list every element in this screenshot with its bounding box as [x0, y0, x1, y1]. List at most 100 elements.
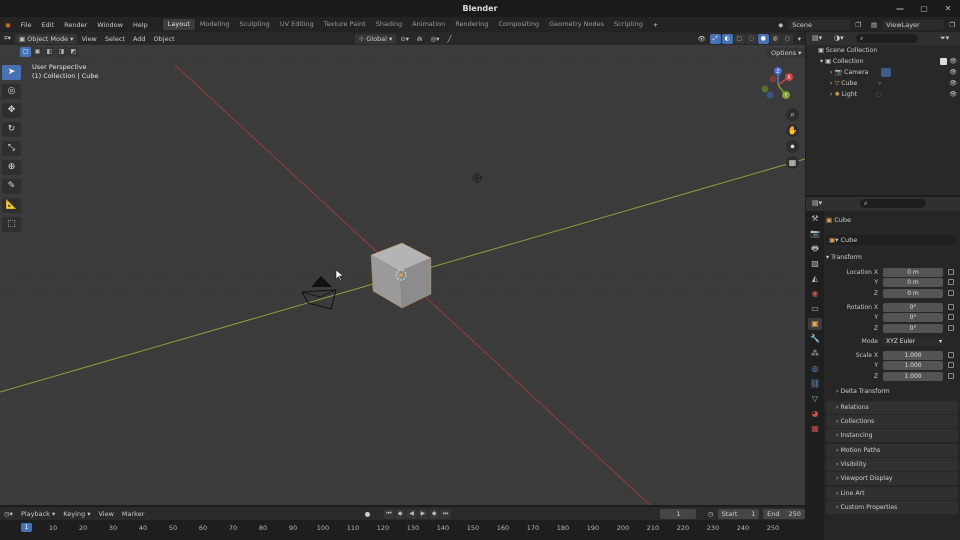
- prev-keyframe-icon[interactable]: ◆: [395, 508, 406, 519]
- physics-tab-icon[interactable]: ◎: [808, 363, 822, 375]
- rotation-y-field[interactable]: 0°: [883, 313, 943, 322]
- lock-scale-x-icon[interactable]: [948, 352, 954, 358]
- scene-icon[interactable]: ◆: [773, 21, 788, 29]
- transform-panel-header[interactable]: ▾ Transform: [826, 252, 958, 264]
- select-difference-icon[interactable]: ◨: [56, 47, 67, 57]
- pan-hand-icon[interactable]: ✋: [786, 124, 799, 137]
- timeline-menu-keying[interactable]: Keying ▾: [59, 510, 94, 518]
- panel-motion-paths[interactable]: › Motion Paths: [826, 444, 958, 457]
- rotation-x-field[interactable]: 0°: [883, 303, 943, 312]
- rotate-tool-icon[interactable]: ↻: [2, 122, 21, 137]
- panel-collections[interactable]: › Collections: [826, 415, 958, 428]
- viewlayer-selector[interactable]: ViewLayer: [882, 19, 945, 30]
- shading-options-icon[interactable]: ▾: [794, 35, 805, 43]
- jump-start-icon[interactable]: ⏮: [383, 508, 395, 519]
- proportional-edit-icon[interactable]: ◎▾: [427, 35, 444, 43]
- camera-data-icon[interactable]: [881, 68, 891, 77]
- scene-new-icon[interactable]: ❐: [850, 21, 866, 29]
- rotation-z-field[interactable]: 0°: [883, 324, 943, 333]
- lock-location-z-icon[interactable]: [948, 290, 954, 296]
- preview-range-icon[interactable]: ◷: [704, 510, 718, 518]
- start-frame-field[interactable]: Start 1: [717, 508, 760, 519]
- mode-selector[interactable]: ▣ Object Mode ▾: [14, 33, 78, 44]
- timeline-menu-marker[interactable]: Marker: [118, 510, 148, 518]
- collection-tab-icon[interactable]: ▭: [808, 303, 822, 315]
- cube-mesh-icon[interactable]: ▿: [878, 78, 881, 89]
- cursor-tool-icon[interactable]: ◎: [2, 84, 21, 99]
- transform-orientation-selector[interactable]: ⊹ Global ▾: [354, 33, 397, 44]
- ortho-grid-icon[interactable]: ▦: [786, 156, 799, 169]
- gizmo-toggle-icon[interactable]: ⤢: [709, 33, 721, 44]
- location-x-field[interactable]: 0 m: [883, 268, 943, 277]
- lock-location-y-icon[interactable]: [948, 279, 954, 285]
- tab-scripting[interactable]: Scripting: [609, 19, 648, 30]
- overlay-toggle-icon[interactable]: ◐: [721, 33, 733, 44]
- tab-uv-editing[interactable]: UV Editing: [275, 19, 319, 30]
- viewport-menu-view[interactable]: View: [77, 35, 100, 43]
- tab-shading[interactable]: Shading: [371, 19, 407, 30]
- lock-rotation-y-icon[interactable]: [948, 314, 954, 320]
- falloff-icon[interactable]: ╱: [443, 35, 455, 43]
- rotation-mode-dropdown[interactable]: XYZ Euler ▾: [883, 337, 945, 346]
- snap-icon[interactable]: ⋒: [413, 35, 426, 43]
- wireframe-shading-icon[interactable]: ◌: [745, 33, 757, 44]
- panel-instancing[interactable]: › Instancing: [826, 429, 958, 442]
- datablock-field[interactable]: ▣▾ Cube: [826, 235, 956, 245]
- pivot-icon[interactable]: ⊙▾: [396, 35, 413, 43]
- xray-toggle-icon[interactable]: ▢: [733, 33, 745, 44]
- delta-transform-subpanel[interactable]: › Delta Transform: [836, 388, 890, 395]
- camera-view-icon[interactable]: ⏺: [786, 140, 799, 153]
- lock-rotation-x-icon[interactable]: [948, 304, 954, 310]
- panel-line-art[interactable]: › Line Art: [826, 487, 958, 500]
- lock-rotation-z-icon[interactable]: [948, 325, 954, 331]
- solid-shading-icon[interactable]: ●: [757, 33, 769, 44]
- scene-selector[interactable]: Scene: [788, 19, 851, 30]
- material-tab-icon[interactable]: ◕: [808, 408, 822, 420]
- next-keyframe-icon[interactable]: ◆: [429, 508, 440, 519]
- timeline-editor-icon[interactable]: ◷▾: [0, 510, 17, 518]
- transform-tool-icon[interactable]: ⊕: [2, 160, 21, 175]
- output-tab-icon[interactable]: 🖶: [808, 243, 822, 255]
- tab-rendering[interactable]: Rendering: [450, 19, 493, 30]
- render-tab-icon[interactable]: 📷: [808, 228, 822, 240]
- select-intersect-icon[interactable]: ◩: [68, 47, 79, 57]
- select-box-tool-icon[interactable]: ➤: [2, 65, 21, 80]
- viewport-menu-object[interactable]: Object: [150, 35, 179, 43]
- scale-y-field[interactable]: 1.000: [883, 361, 943, 370]
- outliner-item-camera[interactable]: › 📷 Camera 👁: [806, 67, 960, 78]
- outliner-editor-icon[interactable]: ▤▾: [812, 34, 822, 42]
- viewport-menu-select[interactable]: Select: [101, 35, 129, 43]
- outliner-display-icon[interactable]: ◑▾: [834, 34, 844, 42]
- lock-scale-y-icon[interactable]: [948, 362, 954, 368]
- select-new-icon[interactable]: ▢: [20, 47, 31, 57]
- outliner-collection[interactable]: ▾ ▣ Collection 👁: [806, 56, 960, 67]
- scale-x-field[interactable]: 1.000: [883, 351, 943, 360]
- properties-search-input[interactable]: ⌕: [860, 199, 926, 208]
- tab-geometry-nodes[interactable]: Geometry Nodes: [544, 19, 609, 30]
- menu-edit[interactable]: Edit: [37, 21, 60, 29]
- tab-layout[interactable]: Layout: [162, 19, 195, 30]
- particles-tab-icon[interactable]: ⁂: [808, 348, 822, 360]
- panel-visibility[interactable]: › Visibility: [826, 458, 958, 471]
- select-extend-icon[interactable]: ▣: [32, 47, 43, 57]
- current-frame-field[interactable]: 1: [660, 508, 697, 519]
- menu-file[interactable]: File: [16, 21, 37, 29]
- scale-tool-icon[interactable]: ⤡: [2, 141, 21, 156]
- collection-checkbox-icon[interactable]: [940, 58, 947, 65]
- material-shading-icon[interactable]: ◍: [769, 33, 781, 44]
- play-icon[interactable]: ▶: [417, 508, 429, 519]
- editor-type-icon[interactable]: ⌗▾: [0, 34, 15, 43]
- outliner-filter-icon[interactable]: ⏷▾: [940, 34, 949, 43]
- tab-texture-paint[interactable]: Texture Paint: [319, 19, 371, 30]
- visibility-icon[interactable]: 👁: [693, 35, 709, 43]
- constraints-tab-icon[interactable]: ⛓: [808, 378, 822, 390]
- panel-viewport-display[interactable]: › Viewport Display: [826, 472, 958, 485]
- record-icon[interactable]: ●: [361, 510, 375, 518]
- close-button[interactable]: ✕: [936, 0, 960, 17]
- viewlayer-new-icon[interactable]: ❐: [944, 21, 960, 29]
- play-reverse-icon[interactable]: ◀: [406, 508, 417, 519]
- scale-z-field[interactable]: 1.000: [883, 372, 943, 381]
- viewport-menu-add[interactable]: Add: [129, 35, 150, 43]
- view-layer-tab-icon[interactable]: ▧: [808, 258, 822, 270]
- end-frame-field[interactable]: End 250: [763, 508, 805, 519]
